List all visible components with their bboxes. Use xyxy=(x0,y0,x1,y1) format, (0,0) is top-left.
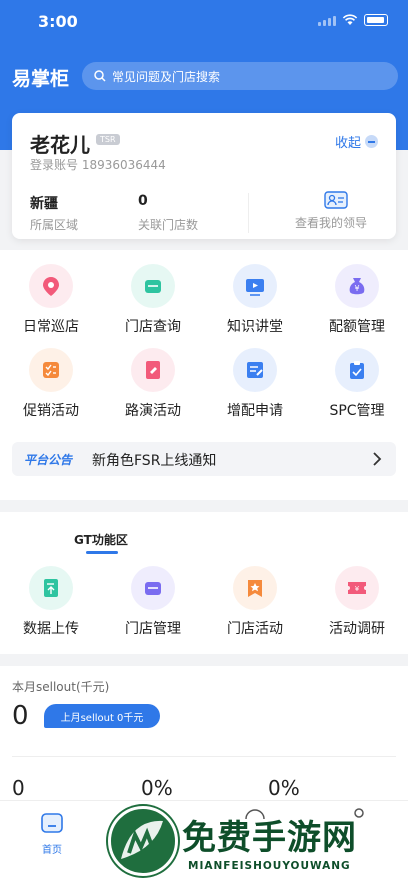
search-bar[interactable]: 常见问题及门店搜索 xyxy=(82,62,398,90)
sellout-value: 0 xyxy=(12,701,29,731)
chevron-right-icon xyxy=(373,452,382,466)
main-grid-item-label: 增配申请 xyxy=(227,403,283,419)
login-account: 登录账号 18936036444 xyxy=(30,158,166,172)
app-title: 易掌柜 xyxy=(12,68,70,90)
status-icons xyxy=(318,14,388,26)
main-grid-item[interactable]: ¥ 配额管理 xyxy=(306,264,408,336)
home-icon xyxy=(41,813,63,833)
watermark: 免费手游网 MIANFEISHOUYOUWANG xyxy=(108,806,408,883)
gt-item[interactable]: 门店活动 xyxy=(204,566,306,638)
main-grid-item[interactable]: 门店查询 xyxy=(102,264,204,336)
tab-indicator xyxy=(86,551,118,554)
divider xyxy=(12,756,396,757)
stat-value-3: 0% xyxy=(268,776,300,800)
clipboard-check-icon xyxy=(335,348,379,392)
apply-form-icon xyxy=(233,348,277,392)
main-grid-item-label: 门店查询 xyxy=(125,319,181,335)
tab-home[interactable]: 首页 xyxy=(38,811,66,856)
watermark-subtitle: MIANFEISHOUYOUWANG xyxy=(188,860,351,872)
gt-item-label: 数据上传 xyxy=(23,621,79,637)
gt-item-label: 门店活动 xyxy=(227,621,283,637)
svg-text:¥: ¥ xyxy=(354,284,359,293)
money-bag-icon: ¥ xyxy=(335,264,379,308)
view-leader-link[interactable]: 查看我的领导 xyxy=(295,214,367,231)
edit-card-icon xyxy=(131,348,175,392)
store-icon xyxy=(131,264,175,308)
main-grid-item-label: 配额管理 xyxy=(329,319,385,335)
battery-icon xyxy=(364,14,388,26)
gt-item-label: 门店管理 xyxy=(125,621,181,637)
minus-circle-icon xyxy=(365,135,378,148)
region-value: 新疆 xyxy=(30,196,58,212)
sellout-section: 本月sellout(千元) 0 上月sellout 0千元 0 0% 0% xyxy=(0,666,408,806)
stat-value-1: 0 xyxy=(12,776,25,800)
role-badge: TSR xyxy=(96,134,120,145)
stat-value-2: 0% xyxy=(141,776,173,800)
watermark-logo xyxy=(108,806,178,876)
region-label: 所属区域 xyxy=(30,218,79,232)
main-grid-item[interactable]: SPC管理 xyxy=(306,348,408,420)
main-grid-item-label: 路演活动 xyxy=(125,403,181,419)
gt-item[interactable]: 数据上传 xyxy=(0,566,102,638)
main-grid-item[interactable]: 路演活动 xyxy=(102,348,204,420)
leaf-m-icon xyxy=(121,820,163,859)
announcement-tag: 平台公告 xyxy=(24,453,73,467)
card-divider xyxy=(248,193,249,233)
main-grid-item-label: 促销活动 xyxy=(23,403,79,419)
user-name: 老花儿 xyxy=(30,133,90,157)
stores-count-label: 关联门店数 xyxy=(138,218,199,232)
gt-section-title[interactable]: GT功能区 xyxy=(74,531,128,548)
status-time: 3:00 xyxy=(38,12,78,31)
main-grid-item[interactable]: 日常巡店 xyxy=(0,264,102,336)
wifi-icon xyxy=(342,14,358,25)
last-month-badge: 上月sellout 0千元 xyxy=(44,704,160,728)
tab-home-label: 首页 xyxy=(42,845,62,856)
gt-item[interactable]: 门店管理 xyxy=(102,566,204,638)
main-grid-item[interactable]: 增配申请 xyxy=(204,348,306,420)
main-grid-item-label: 知识讲堂 xyxy=(227,319,283,335)
main-grid-item-label: SPC管理 xyxy=(329,403,385,419)
user-card: 老花儿 TSR 收起 登录账号 18936036444 新疆 所属区域 0 关联… xyxy=(12,113,396,239)
id-card-icon[interactable] xyxy=(324,191,348,209)
store-icon xyxy=(131,566,175,610)
video-play-icon xyxy=(233,264,277,308)
stores-count-value: 0 xyxy=(138,193,148,209)
search-placeholder: 常见问题及门店搜索 xyxy=(112,69,221,84)
svg-text:¥: ¥ xyxy=(355,585,360,593)
gt-item[interactable]: ¥ 活动调研 xyxy=(306,566,408,638)
announcement-bar[interactable]: 平台公告 新角色FSR上线通知 xyxy=(12,442,396,476)
announcement-text: 新角色FSR上线通知 xyxy=(92,453,217,469)
star-flag-icon xyxy=(233,566,277,610)
main-grid-item[interactable]: 促销活动 xyxy=(0,348,102,420)
search-icon xyxy=(94,70,106,82)
location-pin-icon xyxy=(29,264,73,308)
collapse-label: 收起 xyxy=(334,136,361,151)
watermark-title: 免费手游网 xyxy=(182,818,357,858)
main-grid-item-label: 日常巡店 xyxy=(23,319,79,335)
signal-icon xyxy=(318,15,336,26)
checklist-icon xyxy=(29,348,73,392)
main-grid-item[interactable]: 知识讲堂 xyxy=(204,264,306,336)
ticket-icon: ¥ xyxy=(335,566,379,610)
collapse-button[interactable]: 收起 xyxy=(335,132,378,151)
status-bar: 3:00 xyxy=(0,0,408,44)
upload-doc-icon xyxy=(29,566,73,610)
gt-item-label: 活动调研 xyxy=(329,621,385,637)
sellout-title: 本月sellout(千元) xyxy=(12,680,110,694)
